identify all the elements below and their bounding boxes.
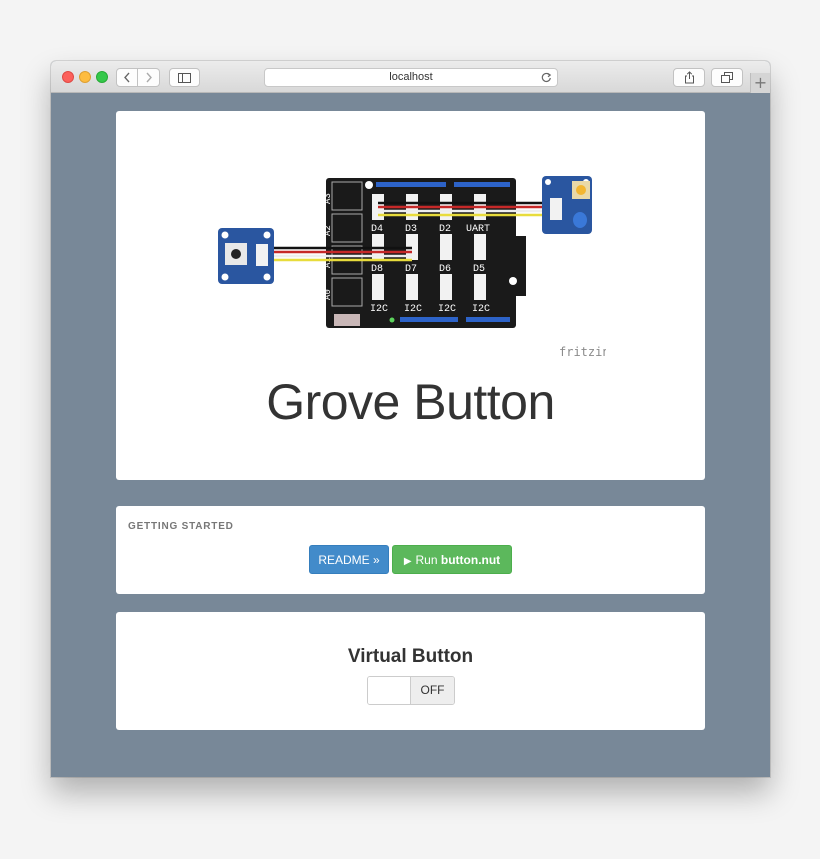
analog-label-a2: A2 — [323, 225, 333, 236]
getting-started-panel: GETTING STARTED README » ▶ Run button.nut — [116, 506, 705, 594]
section-heading: GETTING STARTED — [128, 521, 234, 532]
port-label-d8: D8 — [371, 264, 383, 275]
port-label-i2c-2: I2C — [404, 304, 422, 315]
browser-window: localhost + D4 D3 D2 UART D8 D7 D6 D5 I2… — [51, 61, 770, 777]
analog-label-a0: A0 — [323, 289, 333, 300]
analog-label-a3: A3 — [323, 193, 333, 204]
port-label-d6: D6 — [439, 264, 451, 275]
play-icon: ▶ — [403, 556, 412, 567]
back-icon — [124, 72, 130, 83]
reload-icon[interactable] — [541, 72, 552, 83]
port-label-d5: D5 — [473, 264, 485, 275]
minimize-window-button[interactable] — [79, 71, 91, 83]
port-label-i2c-3: I2C — [438, 304, 456, 315]
tabs-button[interactable] — [711, 68, 743, 87]
wiring-diagram: D4 D3 D2 UART D8 D7 D6 D5 I2C I2C I2C I2… — [218, 176, 606, 359]
share-button[interactable] — [673, 68, 705, 87]
share-icon — [684, 71, 694, 84]
run-filename: button.nut — [440, 553, 501, 567]
toggle-handle[interactable] — [368, 677, 412, 704]
address-text: localhost — [389, 71, 433, 83]
forward-icon — [145, 72, 152, 83]
sidebar-button[interactable] — [169, 68, 200, 87]
new-tab-button[interactable]: + — [750, 73, 770, 93]
grove-button-module — [218, 228, 274, 284]
port-label-i2c-1: I2C — [370, 304, 388, 315]
toggle-state-label: OFF — [411, 677, 454, 704]
virtual-button-panel: Virtual Button OFF — [116, 612, 705, 730]
close-window-button[interactable] — [62, 71, 74, 83]
back-button[interactable] — [116, 68, 138, 87]
readme-button[interactable]: README » — [309, 545, 389, 574]
port-label-d7: D7 — [405, 264, 417, 275]
zoom-window-button[interactable] — [96, 71, 108, 83]
run-label: Run — [415, 553, 441, 567]
sidebar-icon — [178, 72, 191, 83]
run-button[interactable]: ▶ Run button.nut — [392, 545, 512, 574]
port-label-d3: D3 — [405, 224, 417, 235]
address-bar[interactable]: localhost — [264, 68, 558, 87]
port-label-uart: UART — [466, 224, 490, 235]
grove-led-module — [542, 176, 592, 234]
virtual-button-toggle[interactable]: OFF — [367, 676, 455, 705]
forward-button[interactable] — [138, 68, 160, 87]
hero-panel: D4 D3 D2 UART D8 D7 D6 D5 I2C I2C I2C I2… — [116, 111, 705, 480]
port-label-i2c-4: I2C — [472, 304, 490, 315]
fritzing-watermark: fritzing — [559, 345, 606, 359]
page-title: Grove Button — [266, 374, 555, 430]
tabs-icon — [721, 72, 733, 83]
browser-toolbar: localhost + — [51, 61, 770, 93]
virtual-button-title: Virtual Button — [347, 646, 474, 667]
port-label-d4: D4 — [371, 224, 383, 235]
port-label-d2: D2 — [439, 224, 451, 235]
